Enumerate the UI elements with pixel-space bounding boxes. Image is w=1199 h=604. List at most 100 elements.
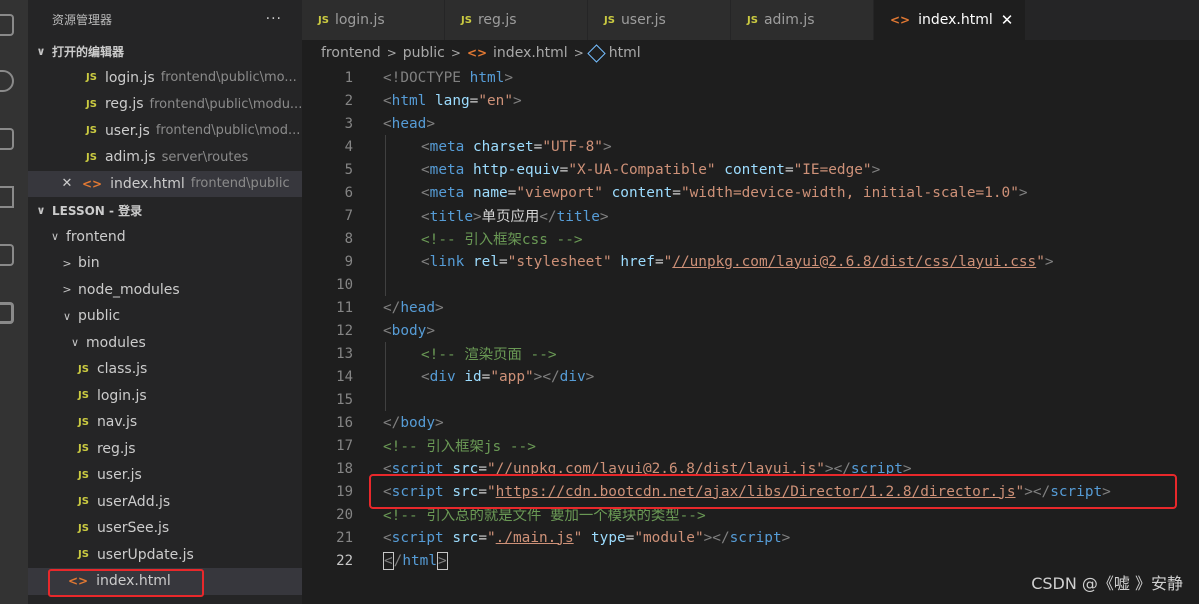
url-link[interactable]: ./main.js bbox=[496, 530, 574, 546]
line-number: 10 bbox=[336, 276, 353, 293]
open-editor-name: adim.js bbox=[104, 149, 156, 166]
open-editor-item[interactable]: JS login.js frontend\public\mo... bbox=[28, 65, 302, 92]
code-text: <meta http-equiv="X-UA-Compatible" conte… bbox=[421, 161, 881, 178]
indent-guide bbox=[385, 135, 386, 296]
chevron-down-icon: ∨ bbox=[36, 203, 46, 217]
tab-label: login.js bbox=[334, 12, 385, 28]
code-line: 2 <html lang="en"> bbox=[302, 89, 522, 112]
line-number: 3 bbox=[344, 115, 353, 132]
file-name: userSee.js bbox=[96, 520, 170, 537]
open-editor-path: frontend\public\modu... bbox=[149, 96, 302, 112]
code-text: <div id="app"></div> bbox=[421, 368, 595, 385]
code-comment: <!-- 引入框架css --> bbox=[421, 232, 583, 248]
remote-icon[interactable] bbox=[0, 302, 14, 324]
tab-reg-js[interactable]: JS reg.js bbox=[445, 0, 588, 40]
breadcrumb-item[interactable]: public bbox=[403, 45, 445, 61]
chevron-down-icon: ∨ bbox=[62, 309, 72, 323]
code-editor[interactable]: 1 <!DOCTYPE html> 2 <html lang="en"> 3 <… bbox=[302, 66, 1199, 604]
indent-guide bbox=[385, 342, 386, 411]
folder-frontend[interactable]: ∨ frontend bbox=[28, 224, 302, 251]
line-number: 13 bbox=[336, 345, 353, 362]
code-line: 13 <!-- 渲染页面 --> bbox=[302, 342, 556, 365]
line-number: 7 bbox=[344, 207, 353, 224]
file-item[interactable]: JS userUpdate.js bbox=[28, 542, 302, 569]
line-number: 2 bbox=[344, 92, 353, 109]
run-debug-icon[interactable] bbox=[0, 186, 14, 208]
open-editors-section[interactable]: ∨ 打开的编辑器 bbox=[28, 38, 302, 65]
file-item[interactable]: JS login.js bbox=[28, 383, 302, 410]
close-icon[interactable]: ✕ bbox=[1001, 11, 1014, 29]
open-editor-path: server\routes bbox=[161, 149, 249, 165]
file-name: login.js bbox=[96, 387, 147, 404]
code-line: 12 <body> bbox=[302, 319, 435, 342]
code-comment: <!-- 引入框架js --> bbox=[383, 439, 536, 455]
open-editor-item[interactable]: JS adim.js server\routes bbox=[28, 144, 302, 171]
code-line: 18 <script src="//unpkg.com/layui@2.6.8/… bbox=[302, 457, 911, 480]
line-number: 9 bbox=[344, 253, 353, 270]
code-comment: <!-- 渲染页面 --> bbox=[421, 347, 557, 363]
line-number: 4 bbox=[344, 138, 353, 155]
code-line: 9 <link rel="stylesheet" href="//unpkg.c… bbox=[302, 250, 1054, 273]
chevron-right-icon: > bbox=[450, 46, 461, 60]
js-file-icon: JS bbox=[78, 496, 89, 508]
code-text: </head> bbox=[383, 299, 444, 316]
extensions-icon[interactable] bbox=[0, 244, 14, 266]
breadcrumb-item[interactable]: frontend bbox=[321, 45, 381, 61]
folder-label: frontend bbox=[66, 228, 126, 245]
open-editor-path: frontend\public bbox=[190, 176, 290, 192]
file-item[interactable]: JS user.js bbox=[28, 462, 302, 489]
folder-label: node_modules bbox=[78, 281, 180, 298]
folder-bin[interactable]: > bin bbox=[28, 250, 302, 277]
open-editor-item[interactable]: JS reg.js frontend\public\modu... bbox=[28, 91, 302, 118]
folder-label: public bbox=[78, 308, 121, 325]
file-item[interactable]: JS reg.js bbox=[28, 436, 302, 463]
js-file-icon: JS bbox=[86, 72, 97, 84]
search-icon[interactable] bbox=[0, 70, 14, 92]
file-item[interactable]: JS class.js bbox=[28, 356, 302, 383]
breadcrumb-item[interactable]: html bbox=[609, 45, 641, 61]
file-name: class.js bbox=[96, 361, 148, 378]
code-text: <body> bbox=[383, 322, 435, 339]
source-control-icon[interactable] bbox=[0, 128, 14, 150]
tab-adim-js[interactable]: JS adim.js bbox=[731, 0, 874, 40]
js-file-icon: JS bbox=[604, 14, 615, 26]
code-line: 22 </html> bbox=[302, 549, 448, 572]
file-name: user.js bbox=[96, 467, 142, 484]
html-file-icon: <> bbox=[82, 176, 103, 191]
close-icon[interactable]: ✕ bbox=[60, 176, 74, 191]
explorer-header: 资源管理器 ··· bbox=[28, 0, 302, 38]
folder-modules[interactable]: ∨ modules bbox=[28, 330, 302, 357]
line-number: 11 bbox=[336, 299, 353, 316]
file-item[interactable]: JS nav.js bbox=[28, 409, 302, 436]
code-line: 8 <!-- 引入框架css --> bbox=[302, 227, 583, 250]
file-item[interactable]: JS userAdd.js bbox=[28, 489, 302, 516]
tab-login-js[interactable]: JS login.js bbox=[302, 0, 445, 40]
breadcrumb-item[interactable]: index.html bbox=[493, 45, 568, 61]
open-editor-item-active[interactable]: ✕ <> index.html frontend\public bbox=[28, 170, 302, 197]
code-line: 15 bbox=[302, 388, 353, 411]
code-text: <head> bbox=[383, 115, 435, 132]
tab-label: adim.js bbox=[763, 12, 815, 28]
code-line: 14 <div id="app"></div> bbox=[302, 365, 594, 388]
line-number: 16 bbox=[336, 414, 353, 431]
code-text: <html lang="en"> bbox=[383, 92, 522, 109]
tab-index-html[interactable]: <> index.html ✕ bbox=[874, 0, 1026, 40]
line-number: 15 bbox=[336, 391, 353, 408]
chevron-down-icon: ∨ bbox=[36, 44, 46, 58]
workspace-label: LESSON - 登录 bbox=[52, 203, 143, 218]
workspace-section[interactable]: ∨ LESSON - 登录 bbox=[28, 197, 302, 224]
folder-public[interactable]: ∨ public bbox=[28, 303, 302, 330]
explorer-title: 资源管理器 bbox=[52, 12, 113, 27]
open-editor-name: user.js bbox=[104, 122, 150, 139]
js-file-icon: JS bbox=[318, 14, 329, 26]
file-item[interactable]: JS userSee.js bbox=[28, 515, 302, 542]
chevron-down-icon: ∨ bbox=[70, 336, 80, 350]
line-number: 17 bbox=[336, 437, 353, 454]
url-link[interactable]: //unpkg.com/layui@2.6.8/dist/css/layui.c… bbox=[672, 254, 1036, 270]
open-editor-item[interactable]: JS user.js frontend\public\mod... bbox=[28, 118, 302, 145]
folder-node-modules[interactable]: > node_modules bbox=[28, 277, 302, 304]
more-actions-icon[interactable]: ··· bbox=[266, 11, 282, 27]
tab-user-js[interactable]: JS user.js bbox=[588, 0, 731, 40]
explorer-icon[interactable] bbox=[0, 14, 14, 36]
code-line: 16 </body> bbox=[302, 411, 444, 434]
